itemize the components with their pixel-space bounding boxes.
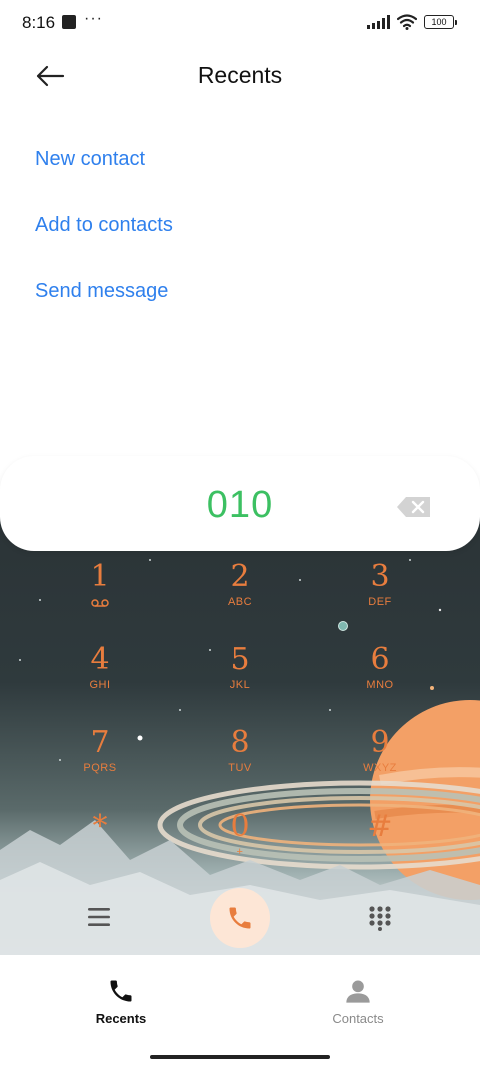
key-hash[interactable]: #	[330, 810, 430, 880]
add-to-contacts-link[interactable]: Add to contacts	[35, 214, 173, 237]
key-digit: 4	[90, 642, 110, 677]
key-letters: MNO	[366, 679, 394, 691]
wifi-icon	[397, 14, 417, 30]
key-digit: *	[92, 809, 108, 844]
key-letters: GHI	[89, 679, 111, 691]
notification-square-icon	[62, 15, 76, 29]
key-4[interactable]: 4 GHI	[50, 643, 150, 713]
status-time: 8:16	[22, 13, 56, 32]
status-indicators: 100	[367, 14, 457, 30]
battery-icon: 100	[424, 15, 457, 29]
key-letters: WXYZ	[363, 762, 397, 774]
key-6[interactable]: 6 MNO	[330, 643, 430, 713]
key-star[interactable]: *	[50, 810, 150, 880]
new-contact-link[interactable]: New contact	[35, 148, 145, 171]
home-indicator[interactable]	[150, 1055, 330, 1059]
key-letters: +	[236, 846, 244, 858]
bottom-nav: Recents Contacts	[0, 955, 480, 1067]
key-9[interactable]: 9 WXYZ	[330, 726, 430, 796]
nav-contacts[interactable]: Contacts	[298, 977, 418, 1026]
key-1[interactable]: 1	[50, 560, 150, 630]
key-digit: 9	[370, 725, 390, 760]
key-8[interactable]: 8 TUV	[190, 726, 290, 796]
nav-recents[interactable]: Recents	[61, 977, 181, 1026]
nav-recents-label: Recents	[95, 1011, 147, 1026]
nav-contacts-label: Contacts	[332, 1011, 384, 1026]
send-message-link[interactable]: Send message	[35, 280, 168, 303]
key-digit: 5	[230, 642, 250, 677]
key-letters: PQRS	[83, 762, 117, 774]
key-7[interactable]: 7 PQRS	[50, 726, 150, 796]
key-letters: JKL	[229, 679, 251, 691]
number-display-card: 010	[0, 456, 480, 551]
key-digit: 2	[230, 559, 250, 594]
page-title: Recents	[197, 62, 283, 88]
battery-level: 100	[431, 17, 447, 27]
keypad-icon[interactable]	[368, 905, 392, 931]
signal-icon	[367, 15, 390, 29]
phone-icon	[229, 907, 251, 929]
key-3[interactable]: 3 DEF	[330, 560, 430, 630]
key-2[interactable]: 2 ABC	[190, 560, 290, 630]
key-letters: TUV	[228, 762, 252, 774]
key-letters: DEF	[368, 596, 392, 608]
key-5[interactable]: 5 JKL	[190, 643, 290, 713]
person-icon	[346, 980, 370, 1003]
key-digit: 0	[230, 809, 250, 844]
menu-icon[interactable]	[87, 906, 111, 928]
call-button[interactable]	[210, 888, 270, 948]
key-digit: 8	[230, 725, 250, 760]
key-digit: 3	[370, 559, 390, 594]
status-more-dots: ···	[84, 10, 103, 27]
phone-icon	[110, 980, 132, 1002]
key-letters: ABC	[227, 596, 253, 608]
backspace-icon[interactable]	[396, 496, 432, 518]
key-digit: #	[367, 809, 393, 844]
key-digit: 7	[90, 725, 110, 760]
key-digit: 1	[90, 559, 110, 594]
key-0[interactable]: 0 +	[190, 810, 290, 880]
voicemail-icon	[91, 599, 109, 607]
key-digit: 6	[370, 642, 390, 677]
status-bar: 8:16 ··· 100	[0, 0, 480, 46]
